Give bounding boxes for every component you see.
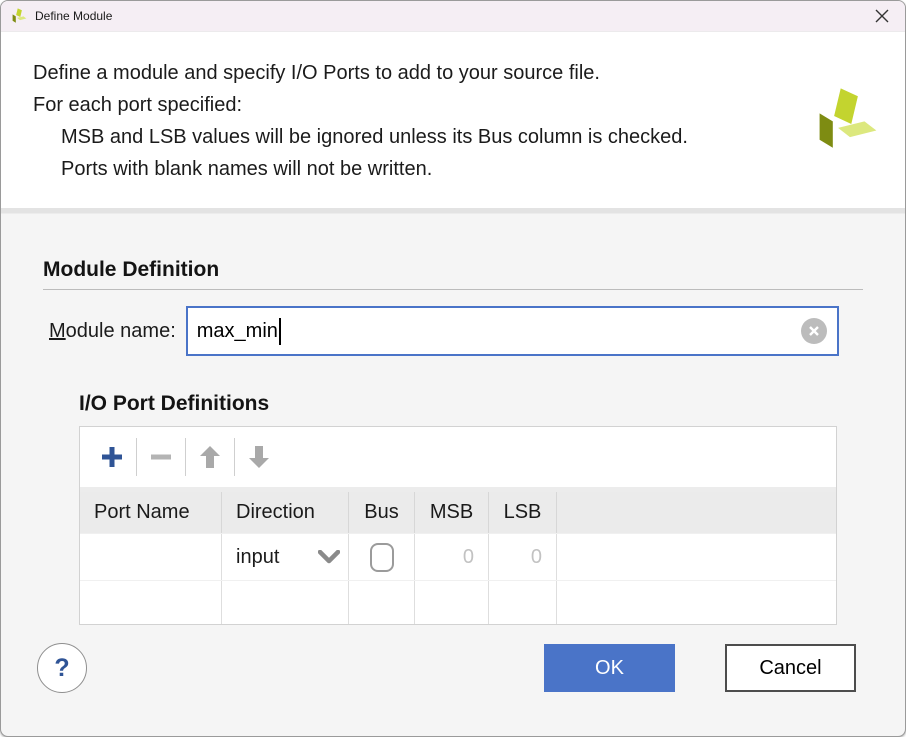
clear-icon: [808, 325, 820, 337]
msb-cell[interactable]: [415, 581, 489, 624]
move-port-down-button[interactable]: [239, 435, 279, 479]
dialog-description: Define a module and specify I/O Ports to…: [1, 32, 905, 208]
module-name-row: Module name: max_min: [49, 306, 839, 356]
io-port-definitions-heading: I/O Port Definitions: [79, 392, 905, 416]
col-header-direction: Direction: [222, 492, 349, 533]
arrow-up-icon: [199, 445, 221, 469]
help-button[interactable]: ?: [37, 643, 87, 693]
close-icon: [875, 9, 889, 23]
toolbar-separator: [136, 438, 137, 476]
text-caret: [279, 318, 281, 345]
lsb-cell[interactable]: [489, 581, 557, 624]
port-table-toolbar: [80, 427, 836, 487]
direction-select[interactable]: input: [222, 534, 349, 580]
remove-port-button[interactable]: [141, 435, 181, 479]
toolbar-separator: [185, 438, 186, 476]
heading-rule: [43, 289, 863, 290]
lsb-cell[interactable]: 0: [489, 534, 557, 580]
col-header-lsb: LSB: [489, 492, 557, 533]
col-header-spacer: [557, 492, 836, 533]
toolbar-separator: [234, 438, 235, 476]
bus-checkbox[interactable]: [370, 543, 394, 572]
module-name-label-mnemonic: M: [49, 320, 66, 342]
minus-icon: [149, 445, 173, 469]
plus-icon: [100, 445, 124, 469]
add-port-button[interactable]: [92, 435, 132, 479]
module-name-value: max_min: [197, 320, 278, 343]
bus-cell[interactable]: [349, 581, 415, 624]
port-name-cell[interactable]: [80, 581, 222, 624]
module-name-input[interactable]: max_min: [186, 306, 839, 356]
vivado-logo: [813, 87, 879, 153]
port-name-cell[interactable]: [80, 534, 222, 580]
section-divider: [1, 208, 905, 214]
row-spacer-cell: [557, 534, 836, 580]
module-name-label-rest: odule name:: [66, 320, 176, 342]
arrow-down-icon: [248, 445, 270, 469]
chevron-down-icon: [318, 550, 340, 564]
col-header-port-name: Port Name: [80, 492, 222, 533]
direction-value: input: [236, 546, 279, 569]
define-module-dialog: Define Module Define a module and specif…: [0, 0, 906, 737]
col-header-msb: MSB: [415, 492, 489, 533]
col-header-bus: Bus: [349, 492, 415, 533]
bus-cell: [349, 534, 415, 580]
cancel-button[interactable]: Cancel: [725, 644, 856, 692]
close-button[interactable]: [859, 1, 905, 31]
port-table-frame: Port Name Direction Bus MSB LSB input: [79, 426, 837, 625]
dialog-footer: ? OK Cancel: [37, 643, 856, 693]
clear-input-button[interactable]: [801, 318, 827, 344]
msb-cell[interactable]: 0: [415, 534, 489, 580]
description-line-4: Ports with blank names will not be writt…: [33, 153, 795, 185]
module-name-label: Module name:: [49, 320, 176, 343]
vivado-logo-icon: [11, 8, 27, 24]
port-table: Port Name Direction Bus MSB LSB input: [80, 492, 836, 624]
titlebar: Define Module: [1, 1, 905, 32]
move-port-up-button[interactable]: [190, 435, 230, 479]
module-definition-heading: Module Definition: [43, 258, 905, 282]
direction-cell[interactable]: [222, 581, 349, 624]
description-line-3: MSB and LSB values will be ignored unles…: [33, 121, 795, 153]
row-spacer-cell: [557, 581, 836, 624]
description-line-1: Define a module and specify I/O Ports to…: [33, 57, 795, 89]
table-row-empty: [80, 580, 836, 624]
window-title: Define Module: [35, 9, 112, 23]
ok-button[interactable]: OK: [544, 644, 675, 692]
table-row: input 0 0: [80, 533, 836, 580]
description-line-2: For each port specified:: [33, 89, 795, 121]
table-header-row: Port Name Direction Bus MSB LSB: [80, 492, 836, 533]
